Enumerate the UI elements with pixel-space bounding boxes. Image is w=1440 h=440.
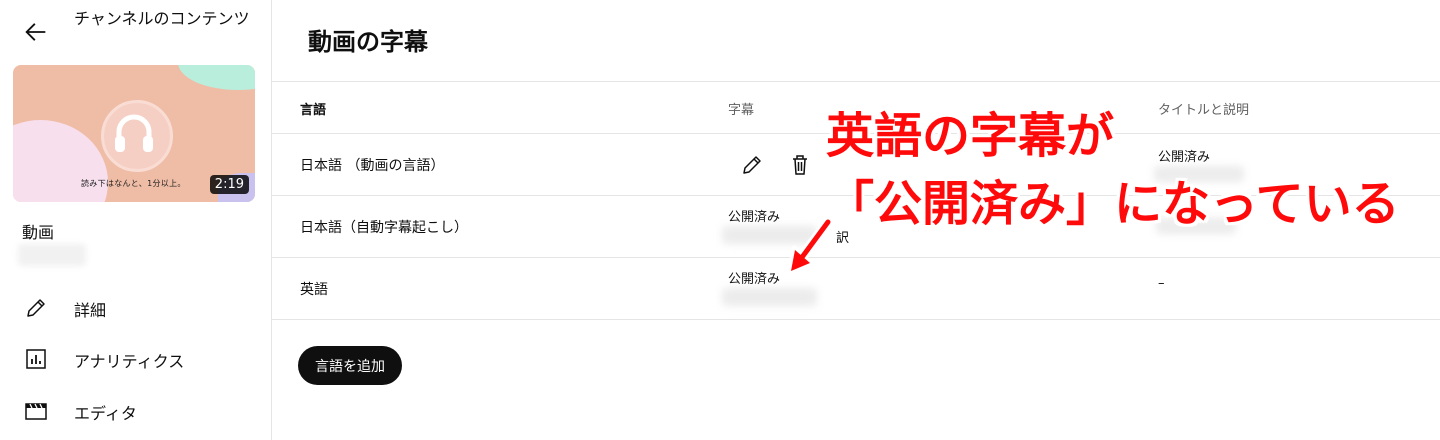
video-duration: 2:19 <box>209 175 249 194</box>
annotation-line-1: 英語の字幕が <box>826 108 1115 164</box>
annotation-arrow-icon <box>788 218 833 275</box>
delete-trash-icon[interactable] <box>788 153 812 177</box>
divider <box>272 319 1440 320</box>
annotation-line-2: 「公開済み」になっている <box>826 176 1400 232</box>
video-thumbnail[interactable]: 読み下はなんと、1分以上。 2:19 <box>13 65 255 202</box>
divider <box>272 81 1440 82</box>
subtitle-status: 公開済み <box>728 210 781 225</box>
title-status: – <box>1158 276 1165 291</box>
column-header-language: 言語 <box>300 103 327 118</box>
table-row: 英語 公開済み – <box>272 258 1440 318</box>
blurred-date <box>722 288 817 306</box>
row-language: 日本語 （動画の言語） <box>300 158 445 174</box>
headphones-icon <box>115 114 153 152</box>
add-language-button[interactable]: 言語を追加 <box>298 346 402 385</box>
nav-item-analytics[interactable]: アナリティクス <box>0 335 270 383</box>
clapperboard-icon <box>25 403 47 420</box>
row-language: 英語 <box>300 282 328 298</box>
analytics-icon <box>26 349 46 369</box>
blurred-video-title <box>18 244 86 266</box>
title-status: 公開済み <box>1158 150 1211 165</box>
row-language: 日本語（自動字幕起こし） <box>300 220 468 236</box>
nav-label: アナリティクス <box>74 352 185 371</box>
column-header-subtitles: 字幕 <box>728 103 755 118</box>
video-label: 動画 <box>22 223 55 242</box>
nav-item-editor[interactable]: エディタ <box>0 387 270 435</box>
channel-content-title[interactable]: チャンネルのコンテンツ <box>74 5 254 32</box>
subtitle-status: 公開済み <box>728 272 781 287</box>
column-header-title-description: タイトルと説明 <box>1158 103 1250 118</box>
nav-label: 詳細 <box>74 301 107 320</box>
nav-label: エディタ <box>74 404 137 423</box>
sidebar: チャンネルのコンテンツ 読み下はなんと、1分以上。 2:19 動画 詳細 アナリ… <box>0 0 272 440</box>
pencil-icon <box>27 299 45 317</box>
nav-item-details[interactable]: 詳細 <box>0 284 270 332</box>
headphones-graphic <box>101 100 173 172</box>
back-arrow-icon[interactable] <box>22 18 50 46</box>
thumbnail-decoration <box>178 65 255 90</box>
thumbnail-decoration <box>13 120 108 202</box>
thumbnail-caption: 読み下はなんと、1分以上。 <box>81 179 186 188</box>
edit-pencil-icon[interactable] <box>740 153 764 177</box>
page-title: 動画の字幕 <box>308 28 428 56</box>
